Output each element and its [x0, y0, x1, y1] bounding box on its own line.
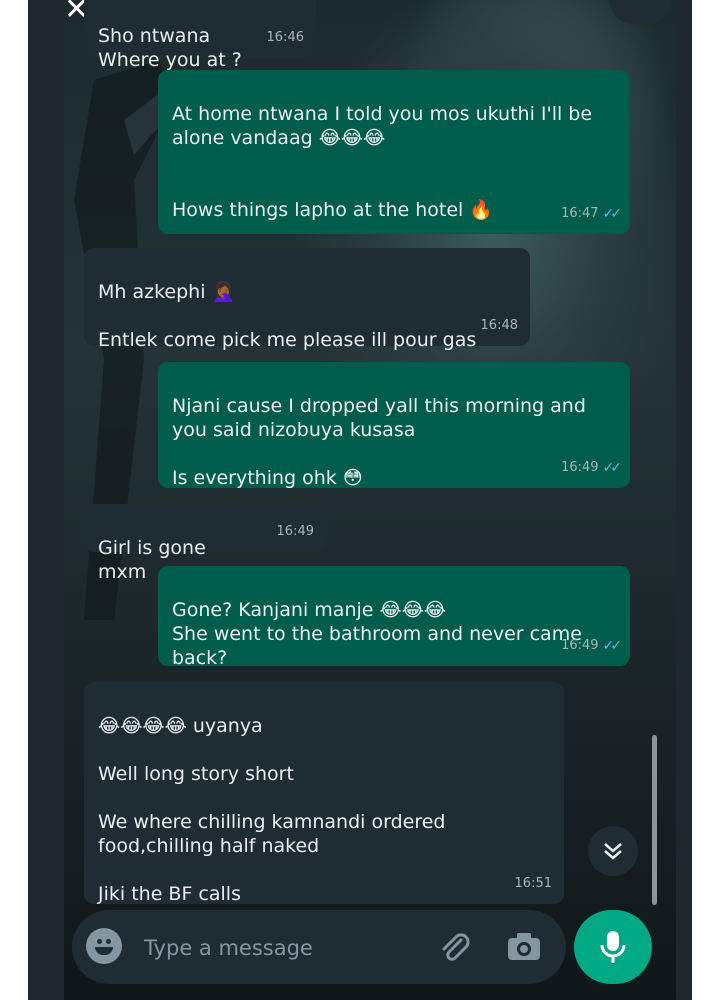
- paperclip-icon[interactable]: [434, 926, 474, 966]
- message-text: 😂😂😂😂 uyanya Well long story short We whe…: [98, 715, 446, 905]
- scroll-to-bottom-button[interactable]: [588, 826, 638, 876]
- message-meta: 16:46: [267, 26, 304, 50]
- message-meta: 16:49 ✓✓: [561, 456, 623, 480]
- screenshot: ✕ Sho ntwana Where you at ? 16:46 At hom…: [0, 0, 720, 1000]
- message-meta: 16:47 ✓✓: [561, 202, 623, 226]
- message-bubble-outgoing[interactable]: Gone? Kanjani manje 😂😂😂 She went to the …: [158, 566, 630, 669]
- mic-icon: [600, 931, 626, 963]
- message-time: 16:47: [561, 206, 599, 221]
- message-bubble-outgoing[interactable]: At home ntwana I told you mos ukuthi I'l…: [158, 70, 630, 234]
- message-meta: 16:48: [481, 314, 518, 338]
- message-bubble-outgoing[interactable]: Njani cause I dropped yall this morning …: [158, 362, 630, 489]
- read-ticks-icon: ✓✓: [602, 206, 623, 222]
- read-ticks-icon: ✓✓: [602, 460, 623, 476]
- message-time: 16:49: [276, 524, 314, 539]
- message-bubble-incoming[interactable]: Girl is gone mxm 16:49: [84, 504, 326, 583]
- message-time: 16:51: [514, 876, 552, 891]
- message-time: 16:48: [480, 318, 518, 333]
- message-text: Njani cause I dropped yall this morning …: [172, 395, 586, 489]
- message-time: 16:46: [266, 30, 304, 45]
- double-chevron-down-icon: [604, 843, 622, 860]
- message-bubble-incoming[interactable]: Sho ntwana Where you at ? 16:46: [84, 0, 316, 71]
- message-bubble-incoming[interactable]: Mh azkephi 🤦🏾‍♀️ Entlek come pick me ple…: [84, 248, 530, 351]
- message-time: 16:49: [561, 460, 599, 475]
- message-text: At home ntwana I told you mos ukuthi I'l…: [172, 103, 593, 221]
- message-meta: 16:49 ✓✓: [561, 634, 623, 658]
- message-meta: 16:51: [515, 872, 552, 896]
- message-input[interactable]: [142, 928, 426, 968]
- message-text: Mh azkephi 🤦🏾‍♀️ Entlek come pick me ple…: [98, 281, 477, 351]
- camera-icon[interactable]: [504, 928, 544, 966]
- message-time: 16:49: [561, 638, 599, 653]
- mic-button[interactable]: [574, 910, 652, 984]
- read-ticks-icon: ✓✓: [602, 638, 623, 654]
- scrollbar[interactable]: [652, 735, 657, 905]
- message-meta: 16:49: [277, 520, 314, 544]
- emoji-icon[interactable]: [86, 928, 122, 964]
- message-bubble-incoming[interactable]: 😂😂😂😂 uyanya Well long story short We whe…: [84, 682, 564, 905]
- message-composer: [72, 910, 566, 984]
- message-text: Gone? Kanjani manje 😂😂😂 She went to the …: [172, 599, 582, 669]
